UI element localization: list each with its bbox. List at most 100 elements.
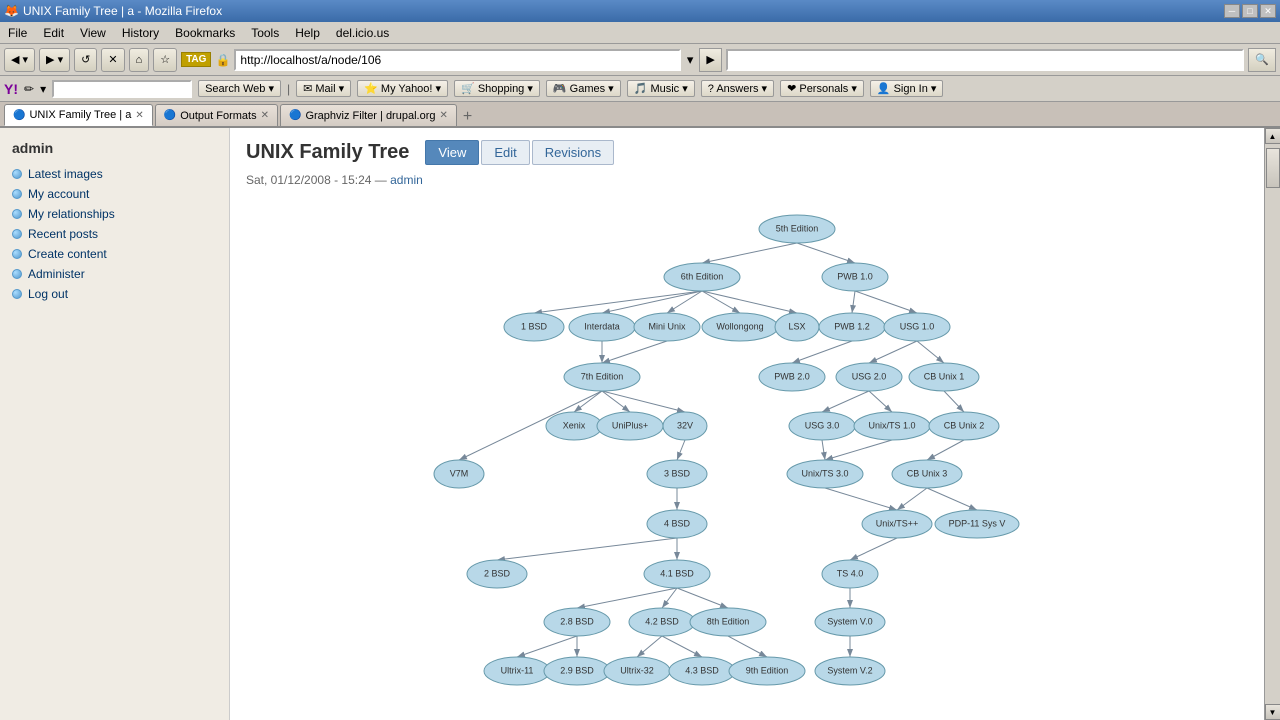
tab-close-0[interactable]: ✕	[135, 110, 143, 121]
menu-bookmarks[interactable]: Bookmarks	[167, 24, 243, 42]
forward-button[interactable]: ▶ ▾	[39, 48, 70, 72]
minimize-button[interactable]: ─	[1224, 4, 1240, 18]
graph-node-5th[interactable]: 5th Edition	[759, 215, 835, 243]
graph-node-systemV0[interactable]: System V.0	[815, 608, 885, 636]
back-button[interactable]: ◀ ▾	[4, 48, 35, 72]
graph-node-cbUnix3[interactable]: CB Unix 3	[892, 460, 962, 488]
graph-node-cbUnix2[interactable]: CB Unix 2	[929, 412, 999, 440]
home-button[interactable]: ⌂	[129, 48, 150, 72]
sidebar-item-recent-posts[interactable]: Recent posts	[0, 224, 229, 244]
title-bar-controls[interactable]: ─ □ ✕	[1224, 4, 1276, 18]
graph-node-9th[interactable]: 9th Edition	[729, 657, 805, 685]
tab-unix-family-tree[interactable]: 🔵 UNIX Family Tree | a ✕	[4, 104, 153, 126]
graph-node-4_3bsd[interactable]: 4.3 BSD	[669, 657, 735, 685]
menu-view[interactable]: View	[72, 24, 114, 42]
search-go-button[interactable]: 🔍	[1248, 48, 1276, 72]
scroll-down-button[interactable]: ▼	[1265, 704, 1280, 720]
graph-node-1bsd[interactable]: 1 BSD	[504, 313, 564, 341]
graph-node-2_9bsd[interactable]: 2.9 BSD	[544, 657, 610, 685]
tab-edit[interactable]: Edit	[481, 140, 529, 165]
menu-tools[interactable]: Tools	[243, 24, 287, 42]
graph-node-2bsd[interactable]: 2 BSD	[467, 560, 527, 588]
menu-history[interactable]: History	[114, 24, 167, 42]
stop-button[interactable]: ✕	[101, 48, 124, 72]
yahoo-music-button[interactable]: 🎵 Music ▾	[627, 80, 695, 97]
tab-output-formats[interactable]: 🔵 Output Formats ✕	[155, 104, 278, 126]
graph-node-4_2bsd[interactable]: 4.2 BSD	[629, 608, 695, 636]
graph-node-4_1bsd[interactable]: 4.1 BSD	[644, 560, 710, 588]
graph-node-interdata[interactable]: Interdata	[569, 313, 635, 341]
graph-node-cbUnix1[interactable]: CB Unix 1	[909, 363, 979, 391]
graph-node-4bsd[interactable]: 4 BSD	[647, 510, 707, 538]
tab-close-1[interactable]: ✕	[261, 110, 269, 121]
menu-help[interactable]: Help	[287, 24, 328, 42]
tab-icon-1: 🔵	[164, 110, 176, 121]
graph-node-usg30[interactable]: USG 3.0	[789, 412, 855, 440]
graph-node-unixts10[interactable]: Unix/TS 1.0	[854, 412, 930, 440]
sidebar-item-relationships[interactable]: My relationships	[0, 204, 229, 224]
go-button[interactable]: ▶	[699, 48, 721, 72]
edge-line	[517, 636, 577, 657]
menu-edit[interactable]: Edit	[35, 24, 72, 42]
graph-node-unixTSpp[interactable]: Unix/TS++	[862, 510, 932, 538]
scroll-thumb[interactable]	[1266, 148, 1280, 188]
yahoo-mail-button[interactable]: ✉ Mail ▾	[296, 80, 351, 97]
graph-node-ultrix32[interactable]: Ultrix-32	[604, 657, 670, 685]
graph-node-2_8bsd[interactable]: 2.8 BSD	[544, 608, 610, 636]
yahoo-search-input[interactable]	[52, 80, 192, 98]
scroll-up-button[interactable]: ▲	[1265, 128, 1280, 144]
graph-node-32v[interactable]: 32V	[663, 412, 707, 440]
graph-node-pwb20[interactable]: PWB 2.0	[759, 363, 825, 391]
graph-node-ts40[interactable]: TS 4.0	[822, 560, 878, 588]
scroll-track[interactable]	[1265, 144, 1280, 704]
post-author[interactable]: admin	[390, 173, 423, 187]
address-input[interactable]	[234, 49, 680, 71]
sidebar-item-latest-images[interactable]: Latest images	[0, 164, 229, 184]
dropdown-icon[interactable]: ▾	[685, 52, 696, 68]
graph-node-6th[interactable]: 6th Edition	[664, 263, 740, 291]
graph-node-lsx[interactable]: LSX	[775, 313, 819, 341]
graph-node-ultrix11[interactable]: Ultrix-11	[484, 657, 550, 685]
yahoo-edit-icon[interactable]: ✏	[24, 82, 34, 96]
tab-revisions[interactable]: Revisions	[532, 140, 614, 165]
graph-node-pdp11sysV[interactable]: PDP-11 Sys V	[935, 510, 1019, 538]
sidebar-item-logout[interactable]: Log out	[0, 284, 229, 304]
yahoo-signin-button[interactable]: 👤 Sign In ▾	[870, 80, 944, 97]
reload-button[interactable]: ↺	[74, 48, 97, 72]
yahoo-shopping-button[interactable]: 🛒 Shopping ▾	[454, 80, 540, 97]
sidebar-item-administer[interactable]: Administer	[0, 264, 229, 284]
yahoo-personals-button[interactable]: ❤ Personals ▾	[780, 80, 864, 97]
graph-node-8th[interactable]: 8th Edition	[690, 608, 766, 636]
close-button[interactable]: ✕	[1260, 4, 1276, 18]
graph-node-uniplus[interactable]: UniPlus+	[597, 412, 663, 440]
graph-node-unixts30[interactable]: Unix/TS 3.0	[787, 460, 863, 488]
yahoo-answers-button[interactable]: ? Answers ▾	[701, 80, 774, 97]
new-tab-button[interactable]: +	[463, 108, 472, 126]
menu-delicious[interactable]: del.icio.us	[328, 24, 397, 42]
graph-node-wollongong[interactable]: Wollongong	[702, 313, 778, 341]
graph-node-usg20[interactable]: USG 2.0	[836, 363, 902, 391]
tab-graphviz[interactable]: 🔵 Graphviz Filter | drupal.org ✕	[280, 104, 457, 126]
title-bar: 🦊 UNIX Family Tree | a - Mozilla Firefox…	[0, 0, 1280, 22]
graph-node-3bsd[interactable]: 3 BSD	[647, 460, 707, 488]
graph-node-usg10[interactable]: USG 1.0	[884, 313, 950, 341]
yahoo-myyahoo-button[interactable]: ⭐ My Yahoo! ▾	[357, 80, 448, 97]
graph-node-pwb10[interactable]: PWB 1.0	[822, 263, 888, 291]
search-input[interactable]	[726, 49, 1244, 71]
tab-close-2[interactable]: ✕	[439, 110, 447, 121]
graph-node-7th[interactable]: 7th Edition	[564, 363, 640, 391]
menu-file[interactable]: File	[0, 24, 35, 42]
graph-node-xenix[interactable]: Xenix	[546, 412, 602, 440]
graph-node-miniUnix[interactable]: Mini Unix	[634, 313, 700, 341]
yahoo-search-button[interactable]: Search Web ▾	[198, 80, 281, 97]
sidebar-item-account[interactable]: My account	[0, 184, 229, 204]
graph-node-systemV2[interactable]: System V.2	[815, 657, 885, 685]
bookmark-button[interactable]: ☆	[153, 48, 177, 72]
yahoo-games-button[interactable]: 🎮 Games ▾	[546, 80, 621, 97]
tag-button[interactable]: TAG	[181, 52, 211, 67]
sidebar-item-create-content[interactable]: Create content	[0, 244, 229, 264]
tab-view[interactable]: View	[425, 140, 479, 165]
graph-node-pwb12[interactable]: PWB 1.2	[819, 313, 885, 341]
graph-node-v7m[interactable]: V7M	[434, 460, 484, 488]
maximize-button[interactable]: □	[1242, 4, 1258, 18]
